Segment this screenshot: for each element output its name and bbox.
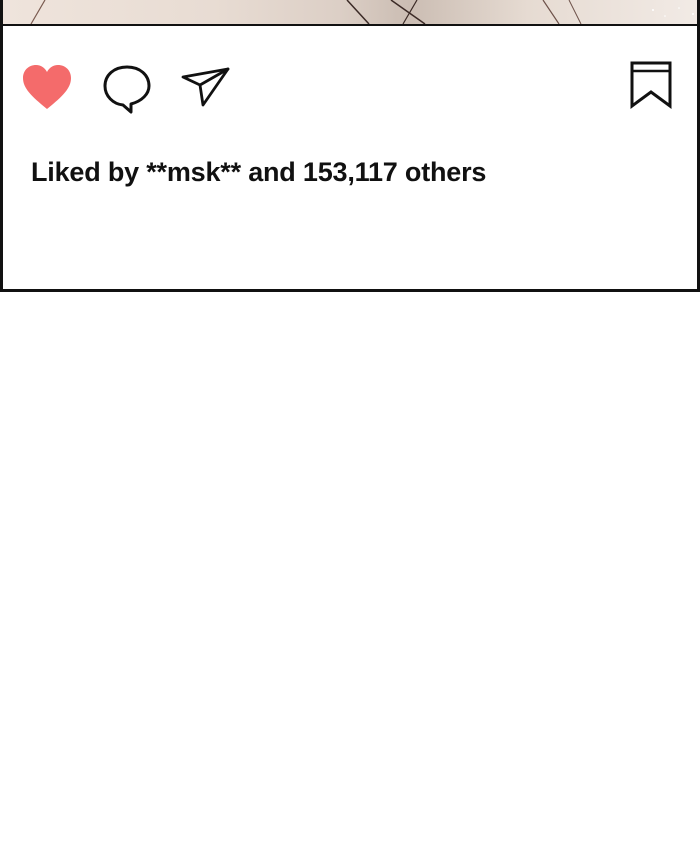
- empty-area: [0, 292, 700, 858]
- post-image[interactable]: [3, 0, 697, 26]
- post-card: Liked by **msk** and 153,117 others: [0, 0, 700, 292]
- bookmark-icon[interactable]: [627, 60, 675, 110]
- speech-bubble-icon[interactable]: [101, 63, 153, 115]
- post-image-artwork: [30, 0, 694, 24]
- likes-count-text[interactable]: Liked by **msk** and 153,117 others: [31, 157, 486, 188]
- paper-plane-icon[interactable]: [179, 65, 231, 109]
- heart-icon[interactable]: [21, 63, 73, 111]
